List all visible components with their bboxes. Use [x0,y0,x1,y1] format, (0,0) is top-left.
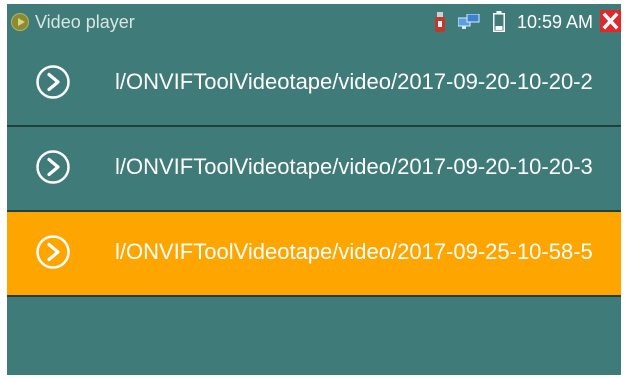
file-path: l/ONVIFToolVideotape/video/2017-09-25-10… [115,239,593,264]
status-bar: Video player 10:59 AM [7,4,621,42]
app-title: Video player [35,12,135,32]
network-icon [458,14,480,29]
battery-icon [493,11,505,32]
usb-icon [435,12,445,32]
video-player-screen: Video player 10:59 AM l/ONVIFToolVideota… [7,4,621,375]
clock: 10:59 AM [517,12,594,32]
file-list: l/ONVIFToolVideotape/video/2017-09-20-10… [7,42,621,297]
app-icon [11,13,29,31]
file-path: l/ONVIFToolVideotape/video/2017-09-20-10… [115,69,593,94]
file-path: l/ONVIFToolVideotape/video/2017-09-20-10… [115,154,593,179]
file-row[interactable]: l/ONVIFToolVideotape/video/2017-09-20-10… [7,42,621,127]
play-icon [36,150,70,184]
file-row[interactable]: l/ONVIFToolVideotape/video/2017-09-20-10… [7,127,621,212]
close-icon[interactable] [600,10,621,32]
file-row-selected[interactable]: l/ONVIFToolVideotape/video/2017-09-25-10… [7,212,621,297]
play-icon [36,235,70,269]
play-icon [36,65,70,99]
